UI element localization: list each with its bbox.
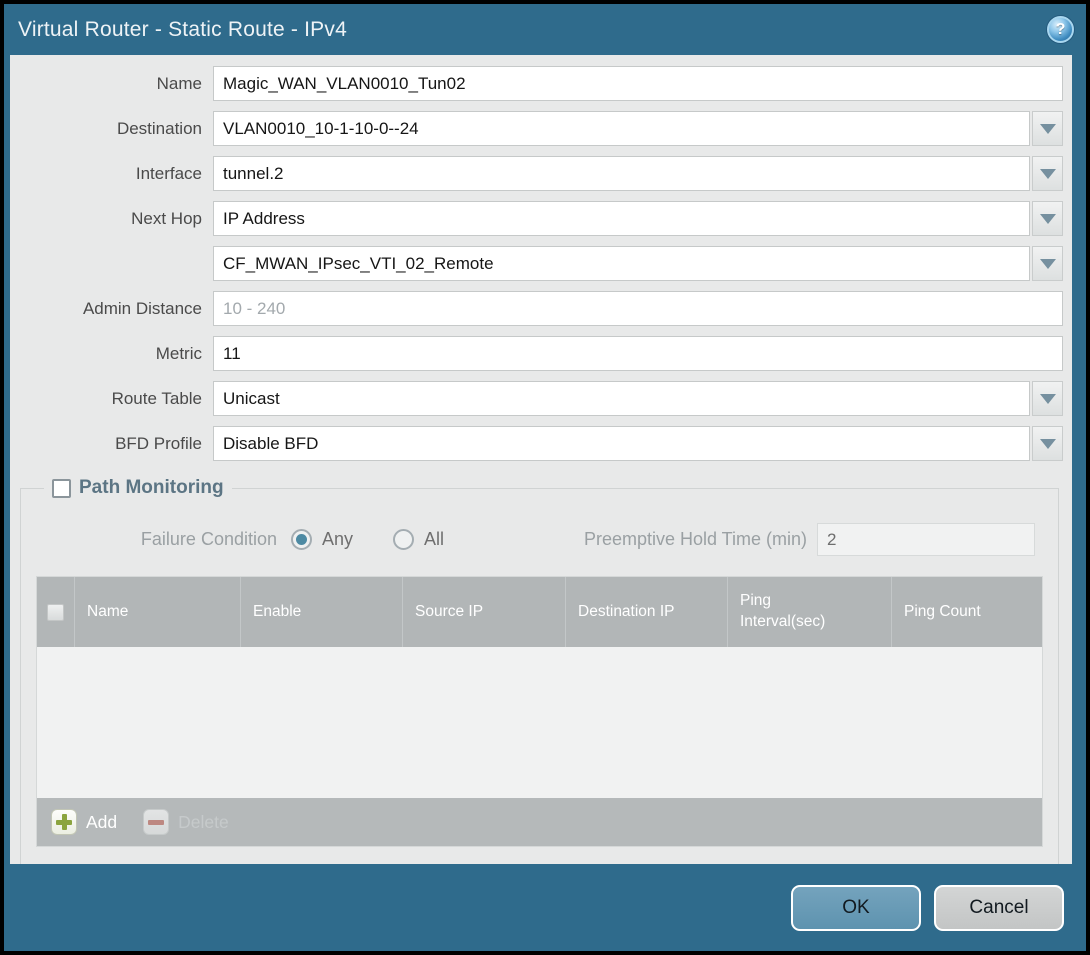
interface-row: Interface [10, 156, 1063, 191]
table-header-ping-interval[interactable]: Ping Interval(sec) [728, 577, 892, 647]
next-hop-address-dropdown-button[interactable] [1032, 246, 1063, 281]
delete-button-label: Delete [178, 812, 229, 833]
minus-icon [143, 809, 169, 835]
column-label-ping-interval: Ping Interval(sec) [740, 591, 835, 633]
metric-fieldwrap [213, 336, 1063, 371]
chevron-down-icon [1040, 259, 1056, 269]
preemptive-hold-time-input [817, 523, 1035, 556]
next-hop-dropdown-button[interactable] [1032, 201, 1063, 236]
radio-button-all-icon[interactable] [393, 529, 414, 550]
dialog-footer: OK Cancel [4, 864, 1086, 951]
metric-input[interactable] [213, 336, 1063, 371]
name-label: Name [10, 74, 213, 94]
next-hop-row: Next Hop [10, 201, 1063, 236]
plus-icon [51, 809, 77, 835]
interface-label: Interface [10, 164, 213, 184]
table-header-name[interactable]: Name [75, 577, 241, 647]
destination-combo [213, 111, 1063, 146]
path-monitoring-title: Path Monitoring [79, 477, 224, 499]
radio-any-label: Any [322, 529, 353, 550]
dialog-titlebar: Virtual Router - Static Route - IPv4 ? [4, 4, 1086, 55]
path-monitoring-table: Name Enable Source IP Destination IP Pin… [36, 576, 1043, 847]
bfd-profile-label: BFD Profile [10, 434, 213, 454]
column-label-destination-ip: Destination IP [578, 603, 675, 621]
column-label-ping-count: Ping Count [904, 603, 981, 621]
route-table-row: Route Table [10, 381, 1063, 416]
preemptive-hold-time-label: Preemptive Hold Time (min) [584, 529, 807, 550]
interface-dropdown-button[interactable] [1032, 156, 1063, 191]
chevron-down-icon [1040, 439, 1056, 449]
route-table-input[interactable] [213, 381, 1030, 416]
admin-distance-row: Admin Distance [10, 291, 1063, 326]
next-hop-address-combo [213, 246, 1063, 281]
table-body-empty[interactable] [37, 647, 1042, 798]
metric-row: Metric [10, 336, 1063, 371]
next-hop-address-row [10, 246, 1063, 281]
admin-distance-label: Admin Distance [10, 299, 213, 319]
bfd-profile-dropdown-button[interactable] [1032, 426, 1063, 461]
chevron-down-icon [1040, 394, 1056, 404]
destination-row: Destination [10, 111, 1063, 146]
dialog-title: Virtual Router - Static Route - IPv4 [18, 18, 1047, 42]
chevron-down-icon [1040, 214, 1056, 224]
ok-button[interactable]: OK [791, 885, 921, 931]
dialog-content: Name Destination Interface Next Hop [10, 55, 1072, 864]
help-icon[interactable]: ? [1047, 16, 1074, 43]
cancel-button[interactable]: Cancel [934, 885, 1064, 931]
route-table-label: Route Table [10, 389, 213, 409]
failure-condition-option-any[interactable]: Any [291, 529, 353, 550]
table-header-ping-count[interactable]: Ping Count [892, 577, 1042, 647]
column-label-source-ip: Source IP [415, 603, 483, 621]
bfd-profile-row: BFD Profile [10, 426, 1063, 461]
radio-all-label: All [424, 529, 444, 550]
destination-input[interactable] [213, 111, 1030, 146]
add-button[interactable]: Add [51, 809, 117, 835]
dialog-window: Virtual Router - Static Route - IPv4 ? N… [4, 4, 1086, 951]
chevron-down-icon [1040, 169, 1056, 179]
failure-condition-label: Failure Condition [36, 529, 291, 550]
delete-button: Delete [143, 809, 229, 835]
add-button-label: Add [86, 812, 117, 833]
admin-distance-input[interactable] [213, 291, 1063, 326]
destination-dropdown-button[interactable] [1032, 111, 1063, 146]
metric-label: Metric [10, 344, 213, 364]
column-label-enable: Enable [253, 603, 301, 621]
route-table-combo [213, 381, 1063, 416]
bfd-profile-input[interactable] [213, 426, 1030, 461]
name-input[interactable] [213, 66, 1063, 101]
name-row: Name [10, 66, 1063, 101]
path-monitoring-section: Path Monitoring Failure Condition Any Al… [20, 477, 1059, 864]
name-fieldwrap [213, 66, 1063, 101]
next-hop-address-input[interactable] [213, 246, 1030, 281]
path-monitoring-legend: Path Monitoring [44, 477, 232, 499]
route-table-dropdown-button[interactable] [1032, 381, 1063, 416]
table-footer-bar: Add Delete [37, 798, 1042, 846]
column-label-name: Name [87, 603, 128, 621]
chevron-down-icon [1040, 124, 1056, 134]
destination-label: Destination [10, 119, 213, 139]
table-header-source-ip[interactable]: Source IP [403, 577, 566, 647]
bfd-profile-combo [213, 426, 1063, 461]
next-hop-label: Next Hop [10, 209, 213, 229]
failure-condition-row: Failure Condition Any All Preemptive Hol… [36, 523, 1043, 556]
admin-distance-fieldwrap [213, 291, 1063, 326]
next-hop-type-input[interactable] [213, 201, 1030, 236]
table-header-destination-ip[interactable]: Destination IP [566, 577, 728, 647]
select-all-checkbox[interactable] [47, 604, 64, 621]
table-header-row: Name Enable Source IP Destination IP Pin… [37, 577, 1042, 647]
table-header-checkbox-cell [37, 577, 75, 647]
interface-combo [213, 156, 1063, 191]
next-hop-combo [213, 201, 1063, 236]
failure-condition-option-all[interactable]: All [393, 529, 444, 550]
interface-input[interactable] [213, 156, 1030, 191]
path-monitoring-checkbox[interactable] [52, 479, 71, 498]
table-header-enable[interactable]: Enable [241, 577, 403, 647]
radio-button-any-icon[interactable] [291, 529, 312, 550]
